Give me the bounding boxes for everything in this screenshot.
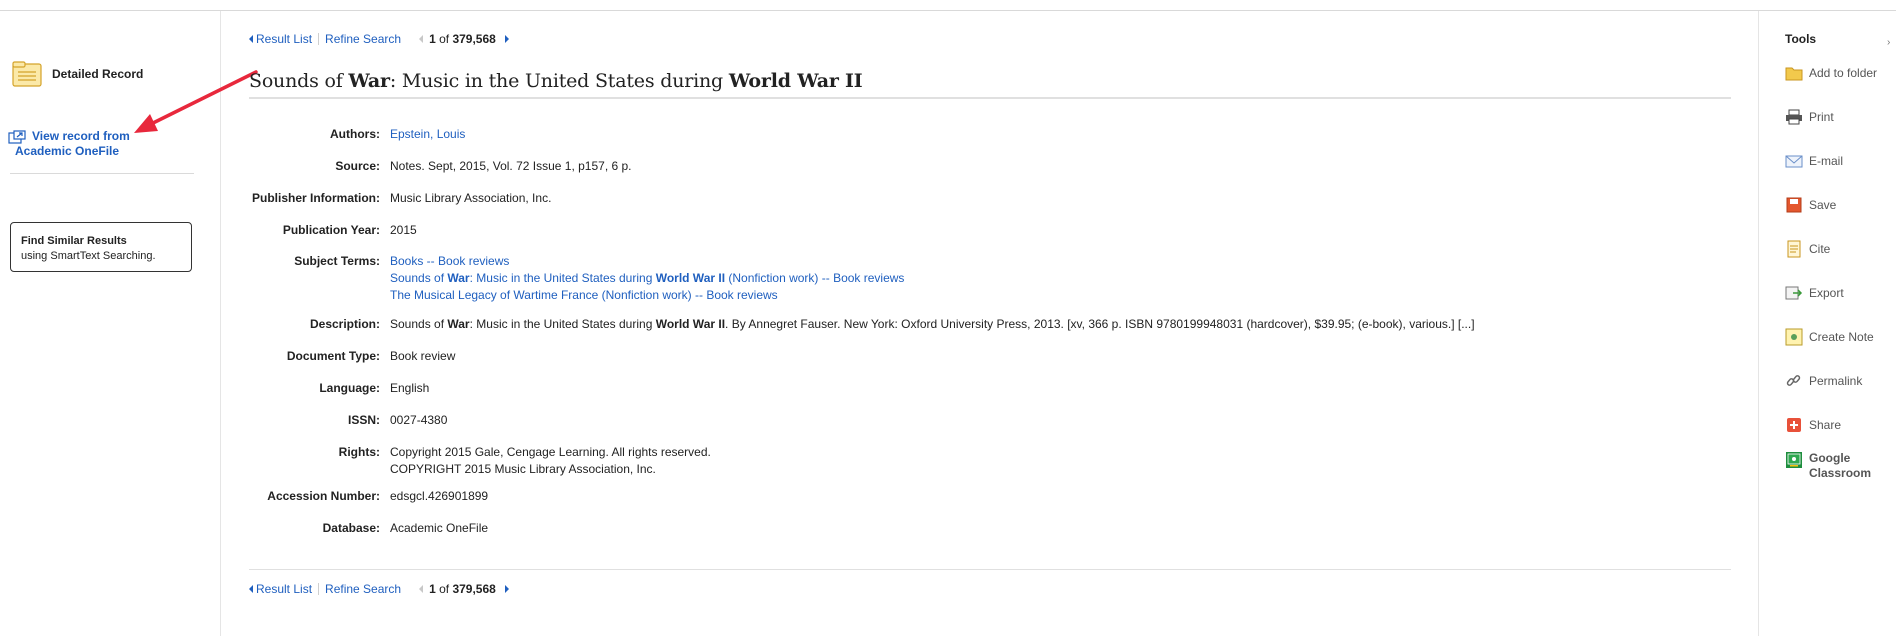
cite-button[interactable]: Cite bbox=[1785, 240, 1830, 258]
result-list-link[interactable]: Result List bbox=[256, 582, 312, 596]
field-issn: ISSN: 0027-4380 bbox=[347, 413, 448, 427]
record-nav-top: Result List Refine Search 1 of 379,568 bbox=[249, 32, 509, 46]
left-panel: Detailed Record View record from Academi… bbox=[0, 11, 221, 636]
find-similar-subtitle: using SmartText Searching. bbox=[21, 250, 156, 262]
field-description: Description: Sounds of War: Music in the… bbox=[309, 317, 1475, 331]
previous-record-icon[interactable] bbox=[419, 35, 424, 43]
note-icon bbox=[1785, 328, 1803, 346]
next-record-icon[interactable] bbox=[504, 585, 509, 593]
cite-icon bbox=[1785, 240, 1803, 258]
author-link[interactable]: Epstein, Louis bbox=[390, 127, 465, 141]
subject-link-1[interactable]: Books -- Book reviews bbox=[390, 254, 509, 268]
back-arrow-icon bbox=[249, 585, 253, 593]
tools-title: Tools bbox=[1785, 32, 1817, 46]
record-title: Sounds of War: Music in the United State… bbox=[249, 70, 863, 92]
link-icon bbox=[1785, 372, 1803, 390]
field-database: Database: Academic OneFile bbox=[322, 521, 489, 535]
view-record-line1[interactable]: View record from bbox=[32, 129, 130, 144]
collapse-panel-icon[interactable]: › bbox=[1887, 37, 1896, 57]
permalink-button[interactable]: Permalink bbox=[1785, 372, 1862, 390]
google-classroom-button[interactable]: Google Classroom bbox=[1785, 451, 1871, 481]
next-record-icon[interactable] bbox=[504, 35, 509, 43]
refine-search-link[interactable]: Refine Search bbox=[325, 32, 401, 46]
record-counter: 1 of 379,568 bbox=[419, 32, 496, 46]
field-publisher: Publisher Information: Music Library Ass… bbox=[251, 191, 552, 205]
add-to-folder-button[interactable]: Add to folder bbox=[1785, 64, 1877, 82]
field-authors: Authors: Epstein, Louis bbox=[330, 127, 466, 141]
view-record-line2[interactable]: Academic OneFile bbox=[15, 144, 119, 158]
external-link-icon bbox=[8, 129, 26, 144]
field-source: Source: Notes. Sept, 2015, Vol. 72 Issue… bbox=[335, 159, 632, 173]
save-icon bbox=[1785, 196, 1803, 214]
field-subject-terms: Subject Terms: Books -- Book reviews Sou… bbox=[294, 254, 905, 302]
top-divider bbox=[0, 10, 1896, 11]
google-classroom-icon bbox=[1785, 451, 1803, 469]
create-note-button[interactable]: Create Note bbox=[1785, 328, 1874, 346]
tools-panel: Tools › Add to folder Print E-mail Save … bbox=[1758, 11, 1896, 636]
field-rights: Rights: Copyright 2015 Gale, Cengage Lea… bbox=[338, 445, 711, 476]
email-button[interactable]: E-mail bbox=[1785, 152, 1843, 170]
title-divider bbox=[249, 97, 1731, 99]
view-record-link[interactable]: View record from Academic OneFile bbox=[8, 129, 178, 159]
result-list-link[interactable]: Result List bbox=[256, 32, 312, 46]
share-icon bbox=[1785, 416, 1803, 434]
export-icon bbox=[1785, 284, 1803, 302]
back-arrow-icon bbox=[249, 35, 253, 43]
email-icon bbox=[1785, 152, 1803, 170]
field-language: Language: English bbox=[319, 381, 430, 395]
bottom-divider bbox=[249, 569, 1731, 570]
detailed-record-label: Detailed Record bbox=[52, 67, 144, 81]
field-publication-year: Publication Year: 2015 bbox=[282, 223, 417, 237]
detailed-record-item[interactable]: Detailed Record bbox=[12, 61, 143, 87]
detailed-record-icon bbox=[12, 61, 42, 87]
nav-separator bbox=[318, 33, 320, 45]
refine-search-link[interactable]: Refine Search bbox=[325, 582, 401, 596]
previous-record-icon[interactable] bbox=[419, 585, 424, 593]
export-button[interactable]: Export bbox=[1785, 284, 1844, 302]
record-counter: 1 of 379,568 bbox=[419, 582, 496, 596]
subject-link-3[interactable]: The Musical Legacy of Wartime France (No… bbox=[390, 288, 778, 302]
nav-separator bbox=[318, 583, 320, 595]
folder-icon bbox=[1785, 64, 1803, 82]
save-button[interactable]: Save bbox=[1785, 196, 1836, 214]
find-similar-title: Find Similar Results bbox=[21, 235, 127, 247]
left-divider bbox=[10, 173, 194, 174]
record-nav-bottom: Result List Refine Search 1 of 379,568 bbox=[249, 582, 509, 596]
subject-link-2[interactable]: Sounds of War: Music in the United State… bbox=[390, 271, 904, 285]
field-document-type: Document Type: Book review bbox=[286, 349, 456, 363]
field-accession-number: Accession Number: edsgcl.426901899 bbox=[267, 489, 489, 503]
printer-icon bbox=[1785, 108, 1803, 126]
share-button[interactable]: Share bbox=[1785, 416, 1841, 434]
find-similar-box[interactable]: Find Similar Results using SmartText Sea… bbox=[10, 222, 192, 272]
print-button[interactable]: Print bbox=[1785, 108, 1834, 126]
